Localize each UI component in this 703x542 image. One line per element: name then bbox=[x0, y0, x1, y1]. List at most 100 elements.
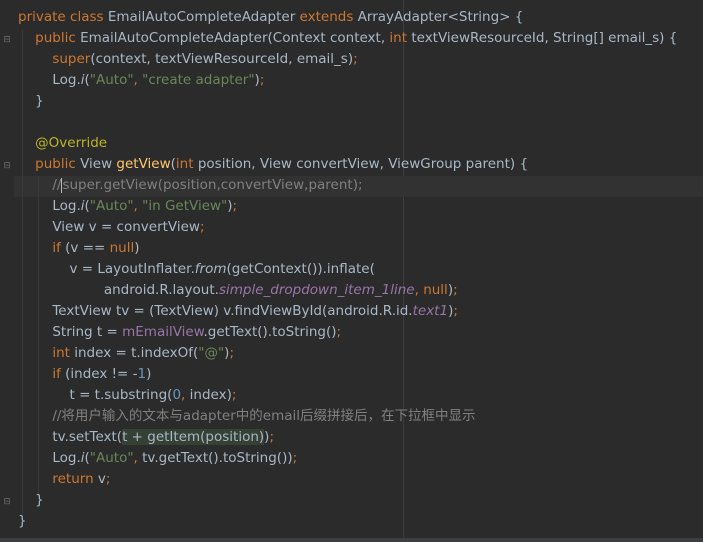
code-token: position, View convertView, ViewGroup pa… bbox=[197, 156, 529, 172]
code-token: "Auto" bbox=[89, 450, 134, 466]
code-token: index = t.indexOf( bbox=[74, 345, 199, 361]
code-token: , bbox=[133, 72, 143, 88]
fold-marker-icon[interactable]: ⊟ bbox=[2, 35, 12, 45]
code-line[interactable]: //super.getView(position,convertView,par… bbox=[18, 175, 362, 196]
code-token: tv.setText( bbox=[18, 429, 123, 445]
code-token: View bbox=[80, 156, 117, 172]
code-line[interactable]: t = t.substring(0, index); bbox=[18, 385, 236, 406]
code-line[interactable]: @Override bbox=[18, 133, 107, 154]
code-token: if bbox=[52, 240, 66, 256]
code-line[interactable]: Log.i("Auto", "create adapter"); bbox=[18, 70, 264, 91]
code-token: if bbox=[52, 366, 66, 382]
code-token: t = t.substring( bbox=[18, 387, 173, 403]
code-token: textViewResourceId, String[] email_s) { bbox=[411, 30, 678, 46]
code-line[interactable]: tv.setText(t + getItem(position)); bbox=[18, 427, 274, 448]
code-token: .getText().toString() bbox=[203, 324, 337, 340]
code-token: getView bbox=[116, 156, 171, 172]
code-token: @Override bbox=[35, 135, 108, 151]
code-line[interactable]: if (v == null) bbox=[18, 238, 140, 259]
code-token: mEmailView bbox=[122, 324, 204, 340]
code-token: ArrayAdapter<String> { bbox=[357, 9, 524, 25]
code-token: String t = bbox=[18, 324, 123, 340]
code-token: , bbox=[133, 198, 143, 214]
code-token: (context, textViewResourceId, email_s) bbox=[90, 51, 354, 67]
code-token: // bbox=[18, 177, 62, 193]
code-token: ) bbox=[146, 366, 152, 382]
code-token: ; bbox=[259, 72, 265, 88]
code-token: private class bbox=[18, 9, 108, 25]
code-line[interactable]: v = LayoutInflater.from(getContext()).in… bbox=[18, 259, 375, 280]
code-token: from bbox=[194, 261, 227, 277]
code-token: } bbox=[18, 492, 44, 508]
code-token: ; bbox=[453, 282, 458, 298]
code-token: ; bbox=[269, 429, 274, 445]
code-token: int bbox=[52, 345, 75, 361]
code-line[interactable]: Log.i("Auto", tv.getText().toString()); bbox=[18, 448, 297, 469]
code-line[interactable]: return v; bbox=[18, 469, 110, 490]
code-token: "Auto" bbox=[89, 72, 134, 88]
code-line[interactable]: if (index != -1) bbox=[18, 364, 151, 385]
code-line[interactable]: } bbox=[18, 490, 44, 511]
code-token: ; bbox=[199, 219, 205, 235]
code-token: super bbox=[52, 51, 91, 67]
code-token: , bbox=[133, 450, 143, 466]
code-line[interactable]: super(context, textViewResourceId, email… bbox=[18, 49, 358, 70]
code-line[interactable]: String t = mEmailView.getText().toString… bbox=[18, 322, 341, 343]
code-token: 0 bbox=[172, 387, 182, 403]
code-token: TextView tv = (TextView) v.findViewById(… bbox=[18, 303, 413, 319]
code-token: return bbox=[52, 471, 98, 487]
right-margin-guide bbox=[403, 0, 404, 538]
code-line[interactable]: int index = t.indexOf("@"); bbox=[18, 343, 234, 364]
code-token: ; bbox=[353, 51, 358, 67]
code-token: "Auto" bbox=[89, 198, 134, 214]
code-token: ) bbox=[134, 240, 140, 256]
code-token: ; bbox=[336, 324, 342, 340]
code-line[interactable]: public View getView(int position, View c… bbox=[18, 154, 528, 175]
code-token: extends bbox=[299, 9, 358, 25]
code-token: (getContext()).inflate( bbox=[226, 261, 375, 277]
code-token: ; bbox=[229, 345, 235, 361]
code-token: } bbox=[18, 93, 44, 109]
code-token: Log. bbox=[18, 450, 81, 466]
code-line[interactable]: public EmailAutoCompleteAdapter(Context … bbox=[18, 28, 677, 49]
code-token: } bbox=[18, 513, 27, 529]
code-line[interactable]: } bbox=[18, 91, 44, 112]
fold-marker-icon[interactable]: ⊟ bbox=[2, 161, 12, 171]
code-line[interactable]: TextView tv = (TextView) v.findViewById(… bbox=[18, 301, 458, 322]
code-token: index) bbox=[189, 387, 232, 403]
code-token: "create adapter" bbox=[142, 72, 255, 88]
code-token: null bbox=[109, 240, 135, 256]
code-line[interactable]: Log.i("Auto", "in GetView"); bbox=[18, 196, 237, 217]
code-token: ; bbox=[232, 198, 238, 214]
code-token: simple_dropdown_item_1line bbox=[218, 282, 415, 298]
code-line[interactable]: View v = convertView; bbox=[18, 217, 205, 238]
code-token: EmailAutoCompleteAdapter bbox=[107, 9, 300, 25]
code-line[interactable]: private class EmailAutoCompleteAdapter e… bbox=[18, 7, 523, 28]
code-token: int bbox=[175, 156, 198, 172]
code-token: ; bbox=[292, 450, 298, 466]
code-line[interactable]: android.R.layout.simple_dropdown_item_1l… bbox=[18, 280, 458, 301]
code-token: null bbox=[423, 282, 448, 298]
fold-marker-icon[interactable]: ⊟ bbox=[2, 497, 12, 507]
code-token: Log. bbox=[18, 198, 81, 214]
code-token: ; bbox=[105, 471, 111, 487]
editor-gutter bbox=[0, 0, 14, 538]
code-token: "@" bbox=[198, 345, 225, 361]
code-line[interactable]: } bbox=[18, 511, 27, 532]
code-token: "in GetView" bbox=[142, 198, 228, 214]
code-line[interactable]: //将用户输入的文本与adapter中的email后缀拼接后，在下拉框中显示 bbox=[18, 406, 475, 427]
code-token: ; bbox=[453, 303, 458, 319]
code-token: EmailAutoCompleteAdapter(Context context… bbox=[80, 30, 390, 46]
code-token: v bbox=[97, 471, 106, 487]
code-token: , bbox=[181, 387, 190, 403]
code-token: v = LayoutInflater. bbox=[18, 261, 195, 277]
code-editor[interactable]: ⊟ ⊟ ⊟ private class EmailAutoCompleteAda… bbox=[0, 0, 703, 538]
